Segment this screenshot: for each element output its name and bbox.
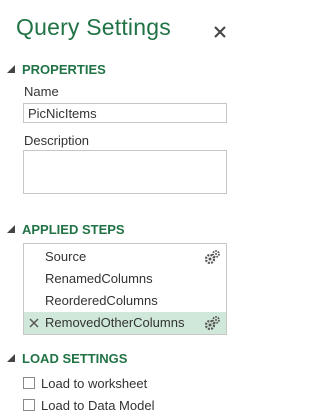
step-label: RenamedColumns	[45, 271, 153, 286]
load-settings-header-label: LOAD SETTINGS	[22, 350, 128, 366]
collapse-caret-icon	[7, 225, 15, 233]
load-settings-section-header[interactable]: LOAD SETTINGS	[6, 350, 127, 366]
collapse-caret-icon	[7, 354, 15, 362]
step-renamed-columns[interactable]: RenamedColumns	[24, 268, 226, 290]
checkbox-label: Load to Data Model	[41, 397, 155, 413]
name-label: Name	[24, 84, 59, 99]
step-label: Source	[45, 249, 87, 264]
step-removed-other-columns[interactable]: RemovedOtherColumns	[24, 312, 226, 334]
step-label: RemovedOtherColumns	[45, 315, 185, 330]
applied-steps-list: Source RenamedColumns ReorderedColumns R…	[23, 243, 227, 335]
checkbox[interactable]	[23, 399, 35, 411]
checkbox[interactable]	[23, 377, 35, 389]
load-to-worksheet-checkbox[interactable]: Load to worksheet	[23, 375, 147, 391]
name-input[interactable]	[23, 103, 227, 123]
step-source[interactable]: Source	[24, 246, 226, 268]
gear-icon[interactable]	[203, 315, 221, 331]
load-to-data-model-checkbox[interactable]: Load to Data Model	[23, 397, 154, 413]
step-label: ReorderedColumns	[45, 293, 158, 308]
gear-icon[interactable]	[203, 249, 221, 265]
pane-title: Query Settings	[16, 14, 171, 40]
properties-header-label: PROPERTIES	[22, 61, 106, 77]
description-label: Description	[24, 133, 90, 148]
query-settings-pane: Query Settings PROPERTIES Name Descripti…	[0, 0, 250, 417]
description-input[interactable]	[23, 150, 227, 194]
properties-section-header[interactable]: PROPERTIES	[6, 61, 106, 77]
checkbox-label: Load to worksheet	[41, 375, 148, 391]
applied-steps-header-label: APPLIED STEPS	[22, 221, 125, 237]
delete-step-icon[interactable]	[29, 318, 39, 328]
collapse-caret-icon	[7, 65, 15, 73]
close-icon[interactable]	[212, 24, 228, 40]
step-reordered-columns[interactable]: ReorderedColumns	[24, 290, 226, 312]
applied-steps-section-header[interactable]: APPLIED STEPS	[6, 221, 125, 237]
